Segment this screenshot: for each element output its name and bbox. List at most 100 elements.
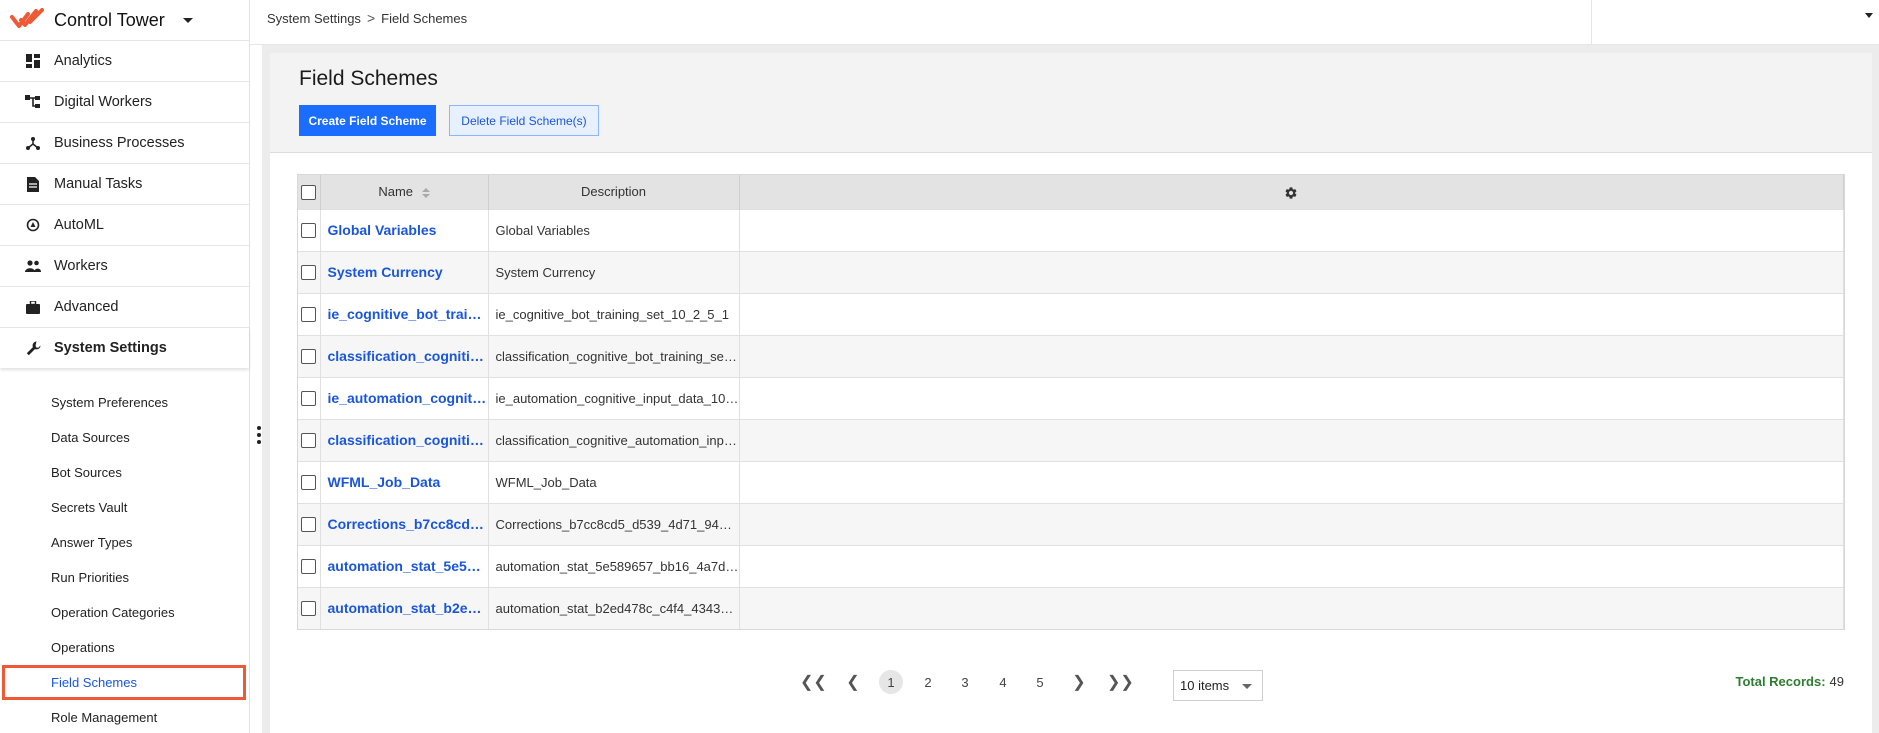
select-all-cell	[298, 175, 321, 209]
nav-item-label: Advanced	[54, 299, 119, 315]
subnav-item-system-preferences[interactable]: System Preferences	[0, 385, 250, 420]
page-size-select[interactable]: 10 items	[1173, 670, 1263, 701]
row-filler	[739, 586, 1844, 629]
last-page-icon[interactable]: ❯❯	[1107, 670, 1134, 694]
row-filler	[739, 292, 1844, 335]
field-schemes-card: Field Schemes Create Field Scheme Delete…	[270, 53, 1872, 733]
row-select-cell	[298, 418, 321, 461]
field-schemes-table: Name Description Global Variables Global…	[297, 174, 1845, 630]
row-select-cell	[298, 334, 321, 377]
row-name-link[interactable]: Corrections_b7cc8cd5_d53...	[320, 502, 489, 545]
row-name-link[interactable]: automation_stat_5e589657...	[320, 544, 489, 587]
subnav-item-operation-categories[interactable]: Operation Categories	[0, 595, 250, 630]
row-name-link[interactable]: classification_cognitive_bot...	[320, 334, 489, 377]
sort-icon[interactable]	[421, 187, 430, 198]
row-checkbox[interactable]	[301, 391, 317, 407]
card-header: Field Schemes Create Field Scheme Delete…	[270, 53, 1872, 153]
page-3-button[interactable]: 3	[953, 670, 977, 694]
row-select-cell	[298, 376, 321, 419]
select-all-checkbox[interactable]	[301, 184, 317, 200]
row-name-link[interactable]: WFML_Job_Data	[320, 460, 489, 503]
column-header-name[interactable]: Name	[320, 175, 489, 209]
row-filler	[739, 502, 1844, 545]
breadcrumb-separator: >	[366, 10, 376, 26]
row-checkbox[interactable]	[301, 475, 317, 491]
gear-icon[interactable]	[1284, 186, 1298, 200]
row-filler	[739, 334, 1844, 377]
brand[interactable]: Control Tower	[0, 0, 249, 40]
row-checkbox[interactable]	[301, 517, 317, 533]
page-4-button[interactable]: 4	[991, 670, 1015, 694]
row-checkbox[interactable]	[301, 307, 317, 323]
row-description: classification_cognitive_automation_inpu…	[488, 418, 740, 461]
subnav-item-bot-sources[interactable]: Bot Sources	[0, 455, 250, 490]
people-icon	[24, 257, 42, 275]
row-name-link[interactable]: ie_automation_cognitive_in...	[320, 376, 489, 419]
hierarchy-icon	[24, 93, 42, 111]
row-checkbox[interactable]	[301, 349, 317, 365]
nav-item-label: System Settings	[54, 340, 167, 356]
row-description: automation_stat_5e589657_bb16_4a7d_b049_…	[488, 544, 740, 587]
row-checkbox[interactable]	[301, 223, 317, 239]
nav-item-workers[interactable]: Workers	[0, 245, 249, 286]
sidebar-resize-handle-icon[interactable]	[257, 426, 261, 444]
column-name-label: Name	[378, 184, 414, 200]
table-row: Global Variables Global Variables	[298, 208, 1844, 251]
page-1-button[interactable]: 1	[879, 670, 903, 694]
dashboard-icon	[24, 52, 42, 70]
row-checkbox[interactable]	[301, 265, 317, 281]
row-name-link[interactable]: System Currency	[320, 250, 489, 293]
user-menu-chevron-icon[interactable]	[1865, 13, 1873, 18]
row-checkbox[interactable]	[301, 601, 317, 617]
total-records: Total Records: 49	[1735, 674, 1844, 689]
page-2-button[interactable]: 2	[916, 670, 940, 694]
nav-item-label: Analytics	[54, 53, 113, 69]
breadcrumb-parent[interactable]: System Settings	[267, 11, 361, 26]
row-name-link[interactable]: ie_cognitive_bot_training_se...	[320, 292, 489, 335]
row-description: ie_cognitive_bot_training_set_10_2_5_1	[488, 292, 740, 335]
subnav-item-role-management[interactable]: Role Management	[0, 700, 250, 733]
process-icon	[24, 134, 42, 152]
prev-page-icon[interactable]: ❮	[841, 670, 865, 694]
row-filler	[739, 208, 1844, 251]
subnav-item-secrets-vault[interactable]: Secrets Vault	[0, 490, 250, 525]
delete-field-schemes-button[interactable]: Delete Field Scheme(s)	[449, 105, 599, 136]
nav-item-label: Manual Tasks	[54, 176, 143, 192]
nav-item-business-processes[interactable]: Business Processes	[0, 122, 249, 163]
nav-item-digital-workers[interactable]: Digital Workers	[0, 81, 249, 122]
system-settings-subnav: System Preferences Data Sources Bot Sour…	[0, 385, 250, 733]
row-filler	[739, 544, 1844, 587]
row-checkbox[interactable]	[301, 433, 317, 449]
create-field-scheme-button[interactable]: Create Field Scheme	[299, 105, 436, 136]
nav-item-analytics[interactable]: Analytics	[0, 40, 249, 81]
row-name-link[interactable]: Global Variables	[320, 208, 489, 251]
nav-item-automl[interactable]: AutoML	[0, 204, 249, 245]
app-title: Control Tower	[54, 9, 165, 30]
table-row: WFML_Job_Data WFML_Job_Data	[298, 460, 1844, 503]
page-5-button[interactable]: 5	[1028, 670, 1052, 694]
chevron-down-icon[interactable]	[182, 17, 193, 23]
nav-item-system-settings[interactable]: System Settings	[0, 327, 249, 368]
nav-item-label: AutoML	[54, 217, 104, 233]
row-filler	[739, 376, 1844, 419]
row-checkbox[interactable]	[301, 559, 317, 575]
breadcrumb-current: Field Schemes	[381, 10, 468, 26]
subnav-item-answer-types[interactable]: Answer Types	[0, 525, 250, 560]
row-select-cell	[298, 250, 321, 293]
row-name-link[interactable]: classification_cognitive_aut...	[320, 418, 489, 461]
row-select-cell	[298, 502, 321, 545]
subnav-item-data-sources[interactable]: Data Sources	[0, 420, 250, 455]
nav-item-label: Digital Workers	[54, 94, 153, 110]
first-page-icon[interactable]: ❮❮	[800, 670, 827, 694]
document-icon	[24, 175, 42, 193]
automl-icon	[24, 216, 42, 234]
nav-item-advanced[interactable]: Advanced	[0, 286, 249, 327]
next-page-icon[interactable]: ❯	[1067, 670, 1091, 694]
breadcrumb: System Settings > Field Schemes	[267, 10, 467, 26]
subnav-item-operations[interactable]: Operations	[0, 630, 250, 665]
subnav-item-run-priorities[interactable]: Run Priorities	[0, 560, 250, 595]
row-name-link[interactable]: automation_stat_b2ed478c_...	[320, 586, 489, 629]
subnav-item-field-schemes[interactable]: Field Schemes	[2, 665, 246, 700]
page-title: Field Schemes	[299, 67, 438, 90]
nav-item-manual-tasks[interactable]: Manual Tasks	[0, 163, 249, 204]
